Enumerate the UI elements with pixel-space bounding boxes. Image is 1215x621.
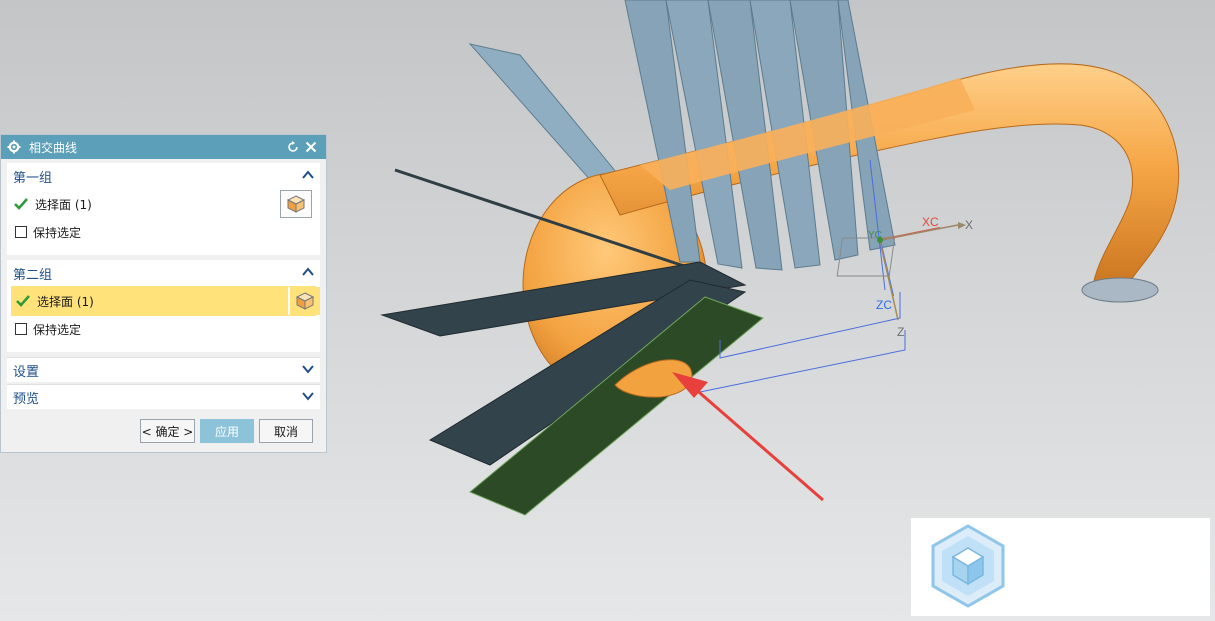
checkmark-icon	[15, 293, 31, 309]
yc-label: YC	[868, 230, 882, 241]
preview-section[interactable]: 预览	[7, 384, 320, 409]
watermark-logo	[911, 518, 1210, 616]
dialog-title: 相交曲线	[29, 140, 78, 155]
zc-label: ZC	[876, 298, 892, 312]
settings-header[interactable]: 设置	[7, 358, 320, 383]
preview-header[interactable]: 预览	[7, 385, 320, 410]
group2-keep-selected-label: 保持选定	[33, 322, 82, 337]
close-icon[interactable]	[302, 138, 320, 156]
group1-select-face-label: 选择面 (1)	[35, 197, 92, 212]
settings-section[interactable]: 设置	[7, 357, 320, 382]
group1-header[interactable]: 第一组	[7, 163, 320, 189]
chevron-up-icon	[302, 266, 314, 281]
group2-title: 第二组	[13, 267, 53, 283]
dialog-title-bar: 相交曲线	[1, 135, 326, 159]
annotation-arrow-shaft	[684, 378, 824, 502]
group1-keep-selected-label: 保持选定	[33, 225, 82, 240]
group1-title: 第一组	[13, 170, 53, 186]
chevron-up-icon	[302, 169, 314, 184]
checkmark-icon	[13, 196, 29, 212]
ok-button[interactable]: < 确定 >	[140, 419, 195, 443]
face-selector-cube-icon[interactable]	[280, 190, 312, 218]
group1-keep-selected-checkbox[interactable]	[15, 226, 27, 238]
gear-icon[interactable]	[7, 140, 21, 154]
cancel-button[interactable]: 取消	[259, 419, 313, 443]
group2-keep-selected-checkbox[interactable]	[15, 323, 27, 335]
group2-select-face-label: 选择面 (1)	[37, 294, 94, 309]
group2-select-face-row[interactable]: 选择面 (1)	[11, 286, 320, 316]
face-selector-cube-icon[interactable]	[288, 287, 320, 315]
pipe-end-cap	[1081, 277, 1159, 303]
chevron-down-icon	[302, 363, 314, 378]
xc-label: XC	[922, 215, 939, 229]
group2-section: 第二组 选择面 (1) 保持选定	[7, 260, 320, 352]
apply-button[interactable]: 应用	[200, 419, 254, 443]
chevron-down-icon	[302, 390, 314, 405]
group1-keep-selected-row[interactable]: 保持选定	[7, 219, 320, 245]
group1-select-face-row[interactable]: 选择面 (1)	[7, 189, 320, 219]
preview-title: 预览	[13, 392, 40, 407]
z-label: Z	[897, 325, 904, 339]
reset-icon[interactable]	[284, 138, 302, 156]
group2-header[interactable]: 第二组	[7, 260, 320, 286]
cube-logo-icon	[931, 524, 1005, 608]
group2-keep-selected-row[interactable]: 保持选定	[7, 316, 320, 342]
intersection-curve-dialog: 相交曲线 第一组 选择面 (1) 保持选定 第二组 选择面 (1) 保持选定 设…	[0, 134, 327, 453]
group1-section: 第一组 选择面 (1) 保持选定	[7, 163, 320, 255]
settings-title: 设置	[13, 365, 40, 380]
x-label: X	[965, 218, 973, 232]
